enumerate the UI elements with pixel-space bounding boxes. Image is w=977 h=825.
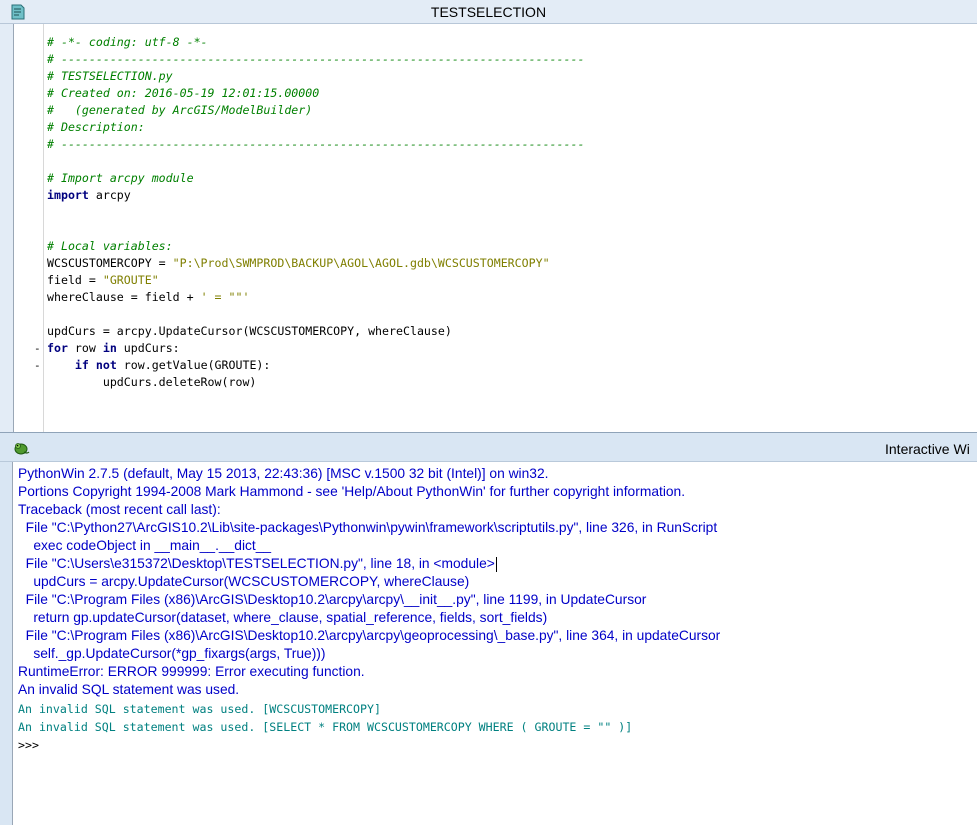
code-line: WCSCUSTOMERCOPY = "P:\Prod\SWMPROD\BACKU…	[47, 256, 550, 270]
console-output-line: PythonWin 2.7.5 (default, May 15 2013, 2…	[18, 466, 549, 481]
console-output-line: return gp.updateCursor(dataset, where_cl…	[18, 610, 548, 625]
console-output-line: File "C:\Python27\ArcGIS10.2\Lib\site-pa…	[18, 520, 718, 535]
interactive-window-title: Interactive Wi	[885, 441, 970, 457]
console-prompt[interactable]: >>>	[18, 736, 39, 754]
console-output-line: File "C:\Program Files (x86)\ArcGIS\Desk…	[18, 592, 647, 607]
fold-toggle[interactable]: -	[34, 357, 42, 374]
console-output-line: exec codeObject in __main__.__dict__	[18, 538, 272, 553]
editor-titlebar[interactable]: TESTSELECTION	[0, 0, 977, 24]
console-sql-error-line: An invalid SQL statement was used. [WCSC…	[18, 702, 381, 716]
code-line: updCurs = arcpy.UpdateCursor(WCSCUSTOMER…	[47, 324, 452, 338]
code-line: # --------------------------------------…	[47, 137, 585, 151]
code-line: import arcpy	[47, 188, 131, 202]
code-editor[interactable]: # -*- coding: utf-8 -*- # --------------…	[14, 24, 977, 432]
console-output-line: RuntimeError: ERROR 999999: Error execut…	[18, 664, 365, 679]
console-output-line: File "C:\Users\e315372\Desktop\TESTSELEC…	[18, 555, 497, 573]
code-line: if not row.getValue(GROUTE):	[74, 358, 271, 372]
code-line: for row in updCurs:	[47, 341, 180, 355]
code-line: # Import arcpy module	[47, 171, 194, 185]
code-line: # TESTSELECTION.py	[47, 69, 173, 83]
console-output-line: Traceback (most recent call last):	[18, 502, 221, 517]
traceback-file-line: File "C:\Users\e315372\Desktop\TESTSELEC…	[18, 556, 495, 571]
console-output-line: self._gp.UpdateCursor(*gp_fixargs(args, …	[18, 646, 326, 661]
code-line: whereClause = field + ' = ""'	[47, 290, 250, 304]
code-line: # Local variables:	[47, 239, 173, 253]
console-output-line: updCurs = arcpy.UpdateCursor(WCSCUSTOMER…	[18, 574, 470, 589]
pythonwin-snake-icon	[14, 443, 30, 455]
code-line: # -*- coding: utf-8 -*-	[47, 35, 208, 49]
code-line: field = "GROUTE"	[47, 273, 159, 287]
console-sql-error-line: An invalid SQL statement was used. [SELE…	[18, 720, 633, 734]
console-output-line: File "C:\Program Files (x86)\ArcGIS\Desk…	[18, 628, 721, 643]
interactive-window-titlebar[interactable]: Interactive Wi	[0, 432, 977, 462]
code-line: # Created on: 2016-05-19 12:01:15.00000	[47, 86, 320, 100]
code-line: # Description:	[47, 120, 145, 134]
console-output-line: Portions Copyright 1994-2008 Mark Hammon…	[18, 484, 686, 499]
console-output-line: An invalid SQL statement was used.	[18, 682, 240, 697]
code-line: updCurs.deleteRow(row)	[47, 375, 257, 389]
text-caret	[495, 556, 497, 572]
code-line: # --------------------------------------…	[47, 52, 585, 66]
code-line: # (generated by ArcGIS/ModelBuilder)	[47, 103, 313, 117]
interactive-frame	[0, 462, 13, 825]
fold-margin-divider	[43, 24, 44, 432]
editor-frame	[0, 24, 14, 432]
interactive-console[interactable]: PythonWin 2.7.5 (default, May 15 2013, 2…	[13, 462, 977, 825]
fold-toggle[interactable]: -	[34, 340, 42, 357]
editor-title: TESTSELECTION	[430, 4, 547, 20]
